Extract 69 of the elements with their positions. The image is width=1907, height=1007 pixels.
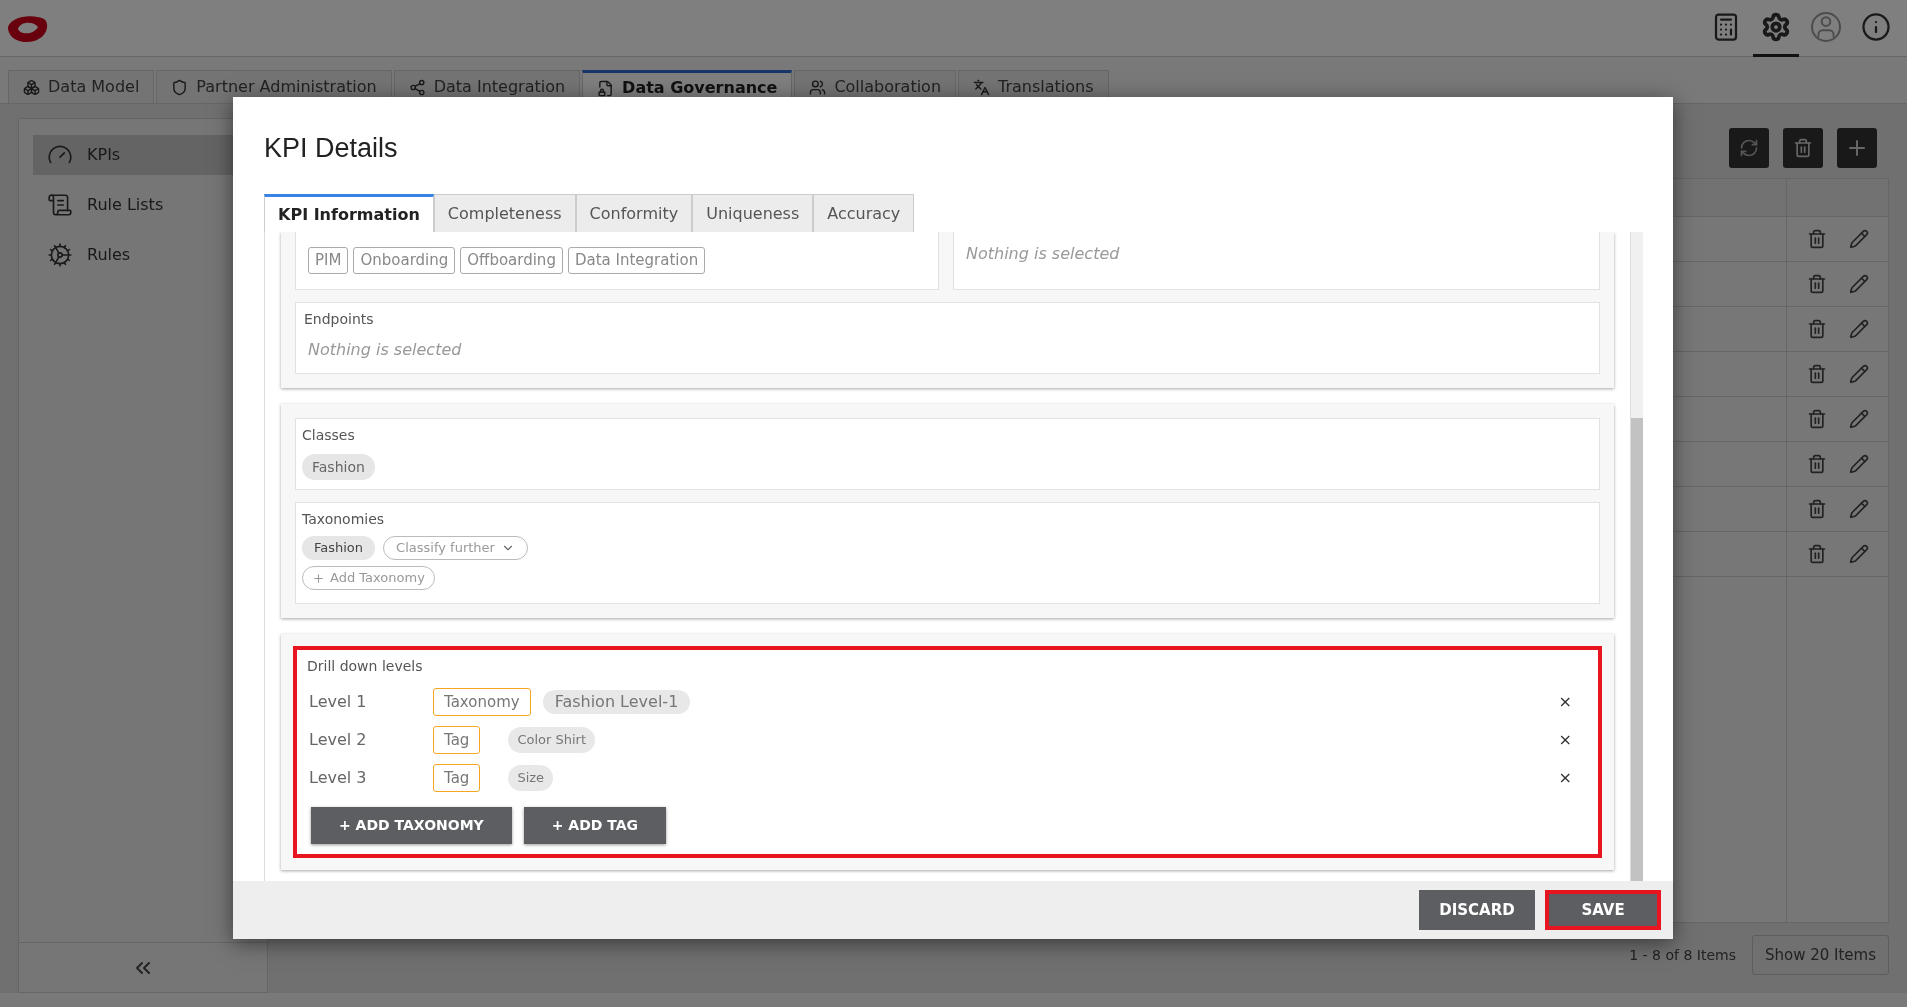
app-tab[interactable]: Data Model (8, 70, 155, 103)
remove-button[interactable]: × (1558, 690, 1572, 714)
field-label: Classes (302, 426, 356, 445)
modal-tab[interactable]: Completeness (433, 194, 576, 232)
sidebar-item[interactable]: Rules (33, 235, 253, 275)
level-value: Fashion Level-1 (542, 690, 691, 714)
remove-button[interactable]: × (1558, 766, 1572, 790)
add-level-button[interactable]: + ADD TAG (523, 807, 667, 844)
class-tag: Fashion (302, 454, 375, 480)
shield-icon (171, 78, 189, 96)
remove-button[interactable]: × (1558, 728, 1572, 752)
plus-icon (312, 571, 325, 585)
level-label: Level 3 (309, 767, 368, 789)
delete-icon[interactable] (1806, 499, 1827, 519)
field-label: Endpoints (304, 310, 375, 329)
edit-icon[interactable] (1848, 454, 1869, 474)
boxes-icon (23, 78, 40, 96)
delete-icon[interactable] (1806, 274, 1827, 294)
scope-tag: Data Integration (567, 247, 706, 274)
scope-tag: Offboarding (460, 247, 563, 274)
modal-tab[interactable]: Conformity (575, 194, 693, 232)
modal-tab[interactable]: Accuracy (813, 194, 915, 232)
document-icon (597, 79, 615, 97)
modal-tab[interactable]: KPI Information (264, 194, 434, 232)
level-value: Color Shirt (508, 727, 596, 753)
refresh-button[interactable] (1729, 128, 1769, 168)
level-type: Taxonomy (433, 688, 531, 716)
scope-tag: PIM (308, 247, 349, 274)
taxonomy-tag: Fashion (302, 536, 376, 560)
footer-button[interactable]: SAVE (1545, 890, 1661, 930)
level-type: Tag (433, 764, 481, 792)
pagination-summary: 1 - 8 of 8 Items (1629, 945, 1736, 965)
sidebar-item[interactable]: Rule Lists (33, 185, 253, 225)
edit-icon[interactable] (1848, 544, 1869, 564)
edit-icon[interactable] (1848, 499, 1869, 519)
add-button[interactable] (1837, 128, 1877, 168)
delete-button[interactable] (1783, 128, 1823, 168)
level-label: Level 1 (309, 691, 368, 713)
level-type: Tag (433, 726, 481, 754)
delete-icon[interactable] (1806, 229, 1827, 249)
edit-icon[interactable] (1848, 409, 1869, 429)
delete-icon[interactable] (1806, 319, 1827, 339)
translate-icon (973, 78, 991, 96)
delete-icon[interactable] (1806, 364, 1827, 384)
gear-icon (47, 242, 73, 268)
delete-icon[interactable] (1806, 544, 1827, 564)
scroll-icon (47, 192, 73, 218)
level-label: Level 2 (309, 729, 368, 751)
footer-button[interactable]: DISCARD (1419, 890, 1535, 930)
delete-icon[interactable] (1806, 409, 1827, 429)
edit-icon[interactable] (1848, 319, 1869, 339)
edit-icon[interactable] (1848, 274, 1869, 294)
share-icon (408, 78, 426, 96)
delete-icon[interactable] (1806, 454, 1827, 474)
page-size-button[interactable]: Show 20 Items (1751, 935, 1889, 975)
field-label: Taxonomies (302, 510, 386, 529)
empty-text: Nothing is selected (307, 339, 463, 361)
edit-icon[interactable] (1848, 229, 1869, 249)
empty-text: Nothing is selected (966, 244, 1120, 263)
trash-icon (1793, 138, 1813, 158)
field-label: Drill down levels (307, 657, 424, 676)
level-value: Size (508, 765, 554, 791)
add-level-button[interactable]: + ADD TAXONOMY (311, 807, 512, 844)
refresh-icon (1739, 138, 1759, 158)
modal-title: KPI Details (263, 132, 399, 165)
edit-icon[interactable] (1848, 364, 1869, 384)
scope-tag: Onboarding (353, 247, 456, 274)
modal-tab[interactable]: Uniqueness (692, 194, 814, 232)
people-icon (809, 78, 827, 96)
